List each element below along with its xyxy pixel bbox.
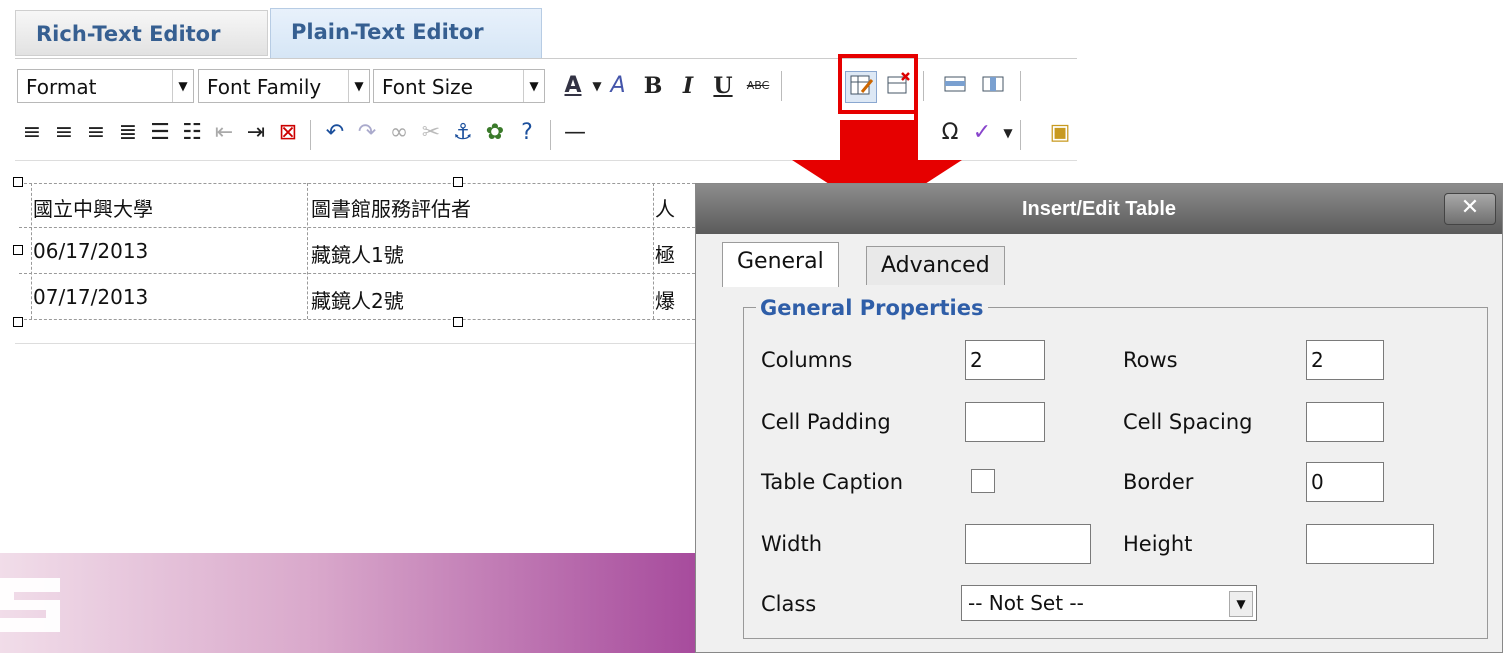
bold-button[interactable]: B [638,71,668,101]
insert-edit-table-dialog: Insert/Edit Table ✕ General Advanced Gen… [695,183,1503,653]
toolbar-separator [550,120,551,150]
table-border-bottom [19,319,695,320]
width-input[interactable] [965,524,1091,564]
cell-padding-input[interactable] [965,402,1045,442]
redo-icon[interactable]: ↷ [352,118,382,148]
remove-format-icon[interactable]: ⊠ [273,118,303,148]
align-left-icon[interactable]: ≡ [17,118,47,148]
unlink-icon[interactable]: ✂ [416,118,446,148]
rows-label: Rows [1123,348,1178,372]
format-label: Format [26,75,97,99]
table-column-icon [982,76,1004,92]
bullet-list-icon[interactable]: ☰ [145,118,175,148]
italic-button[interactable]: I [673,71,703,101]
table-column-divider [653,183,654,319]
insert-column-button[interactable] [978,71,1008,101]
class-select[interactable]: -- Not Set -- ▼ [961,585,1257,621]
logo-icon [0,578,60,632]
width-label: Width [761,532,823,556]
table-cell[interactable]: 07/17/2013 [33,285,148,309]
cell-spacing-label: Cell Spacing [1123,410,1253,434]
toolbar-separator [1020,71,1021,101]
image-icon[interactable]: ✿ [480,118,510,148]
toolbar-separator [310,120,311,150]
columns-input[interactable]: 2 [965,340,1045,380]
resize-handle[interactable] [13,317,23,327]
dialog-titlebar[interactable]: Insert/Edit Table [696,184,1502,234]
strikethrough-button[interactable]: ABC [743,71,773,101]
font-size-label: Font Size [382,75,473,99]
indent-icon[interactable]: ⇥ [241,118,271,148]
table-cell[interactable]: 國立中興大學 [33,193,153,222]
table-caption-checkbox[interactable] [971,469,995,493]
font-family-dropdown[interactable]: Font Family ▼ [198,69,370,103]
resize-handle[interactable] [13,177,23,187]
anchor-icon[interactable]: ⚓ [448,118,478,148]
table-caption-label: Table Caption [761,470,904,494]
table-cell[interactable]: 圖書館服務評估者 [311,193,471,222]
dialog-title: Insert/Edit Table [1021,198,1177,220]
paste-icon[interactable]: ▣ [1045,118,1075,148]
class-select-value: -- Not Set -- [968,591,1084,615]
border-label: Border [1123,470,1194,494]
undo-icon[interactable]: ↶ [320,118,350,148]
tab-plain-text-editor[interactable]: Plain-Text Editor [270,8,542,58]
highlight-box [838,54,918,114]
table-column-divider [31,183,32,319]
tab-advanced[interactable]: Advanced [866,246,1005,285]
font-family-label: Font Family [207,75,322,99]
tab-general[interactable]: General [722,242,839,287]
horizontal-rule-icon[interactable]: — [560,118,590,148]
resize-handle[interactable] [453,317,463,327]
height-label: Height [1123,532,1193,556]
chevron-down-icon: ▼ [172,70,193,102]
highlight-color-button[interactable]: A [603,71,633,101]
columns-label: Columns [761,348,853,372]
table-row-divider [19,273,695,274]
underline-button[interactable]: U [708,71,738,101]
toolbar-separator [1020,120,1021,150]
table-border-top [19,183,695,184]
help-icon[interactable]: ? [512,118,542,148]
table-cell[interactable]: 06/17/2013 [33,239,148,263]
align-center-icon[interactable]: ≡ [49,118,79,148]
toolbar-separator [781,71,782,101]
table-cell[interactable]: 爆 [655,285,675,314]
cell-padding-label: Cell Padding [761,410,891,434]
link-icon[interactable]: ∞ [384,118,414,148]
toolbar-separator [923,71,924,101]
resize-handle[interactable] [13,245,23,255]
general-properties-legend: General Properties [756,296,988,320]
close-icon[interactable]: ✕ [1444,193,1496,225]
decorative-banner [0,553,700,653]
chevron-down-icon: ▼ [523,70,544,102]
table-cell[interactable]: 人 [655,193,675,222]
insert-row-button[interactable] [940,71,970,101]
resize-handle[interactable] [453,177,463,187]
chevron-down-icon: ▼ [1229,591,1253,617]
chevron-down-icon: ▼ [348,70,369,102]
table-column-divider [307,183,308,319]
table-row-divider [19,227,695,228]
align-right-icon[interactable]: ≡ [81,118,111,148]
class-label: Class [761,592,817,616]
outdent-icon[interactable]: ⇤ [209,118,239,148]
align-justify-icon[interactable]: ≣ [113,118,143,148]
height-input[interactable] [1306,524,1434,564]
chevron-down-icon[interactable]: ▼ [993,118,1023,148]
numbered-list-icon[interactable]: ☷ [177,118,207,148]
table-cell[interactable]: 藏鏡人2號 [311,285,404,314]
table-cell[interactable]: 極 [655,239,675,268]
border-input[interactable]: 0 [1306,462,1384,502]
table-row-icon [944,76,966,92]
table-cell[interactable]: 藏鏡人1號 [311,239,404,268]
tab-rich-text-editor[interactable]: Rich-Text Editor [15,10,268,56]
format-dropdown[interactable]: Format ▼ [17,69,194,103]
rows-input[interactable]: 2 [1306,340,1384,380]
cell-spacing-input[interactable] [1306,402,1384,442]
font-size-dropdown[interactable]: Font Size ▼ [373,69,545,103]
